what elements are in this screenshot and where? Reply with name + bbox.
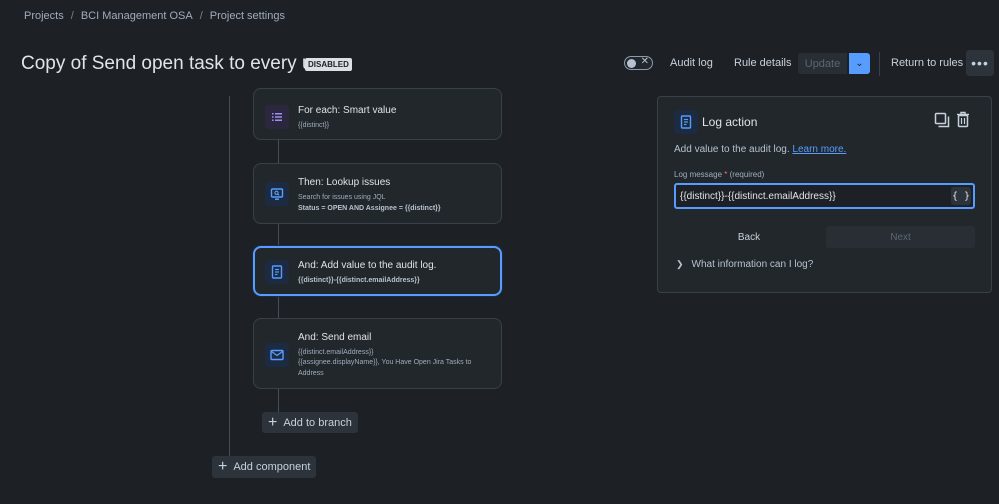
add-to-branch-button[interactable]: + Add to branch (262, 412, 358, 433)
document-icon (265, 260, 289, 284)
plus-icon: + (218, 458, 228, 475)
mail-icon (265, 343, 289, 367)
rule-details-button[interactable]: Rule details (734, 57, 791, 69)
back-button[interactable]: Back (674, 226, 824, 248)
card-title: And: Send email (298, 332, 372, 343)
card-title: Then: Lookup issues (298, 177, 391, 188)
card-title: For each: Smart value (298, 105, 397, 116)
list-icon (265, 105, 289, 129)
send-email-card[interactable]: And: Send email {{distinct.emailAddress}… (253, 318, 502, 389)
required-text: (required) (729, 170, 765, 179)
description-text: Add value to the audit log. (674, 144, 790, 155)
update-button[interactable]: Update (798, 53, 847, 74)
add-component-button[interactable]: + Add component (212, 456, 316, 478)
audit-log-card[interactable]: And: Add value to the audit log. {{disti… (253, 246, 502, 296)
log-action-panel: Log action Add value to the audit log. L… (657, 96, 992, 293)
status-badge: DISABLED (305, 58, 352, 71)
flow-line-main (229, 96, 230, 458)
plus-icon: + (268, 413, 278, 431)
smart-value-button[interactable]: { } (951, 187, 971, 205)
panel-description: Add value to the audit log. Learn more. (674, 144, 846, 155)
flow-connector (278, 295, 279, 318)
card-subtitle: {{distinct}}-{{distinct.emailAddress}} (298, 277, 420, 284)
chevron-down-icon[interactable]: ⌄ (849, 53, 870, 74)
log-info-expander[interactable]: ❯ What information can I log? (676, 259, 813, 270)
required-star: * (724, 170, 728, 179)
monitor-search-icon (265, 182, 289, 206)
field-label-text: Log message (674, 170, 723, 179)
return-to-rules-button[interactable]: Return to rules (891, 57, 963, 69)
page-title: Copy of Send open task to every user (21, 53, 339, 74)
card-subtitle: {{distinct}} (298, 122, 330, 129)
breadcrumb: Projects / BCI Management OSA / Project … (24, 10, 285, 22)
divider (879, 52, 880, 76)
next-button[interactable]: Next (826, 226, 975, 248)
panel-title: Log action (702, 115, 758, 129)
copy-icon[interactable] (934, 112, 950, 133)
chevron-right-icon: ❯ (676, 259, 684, 269)
card-jql: Status = OPEN AND Assignee = {{distinct}… (298, 205, 441, 212)
breadcrumb-separator: / (70, 10, 74, 22)
flow-connector (278, 389, 279, 413)
faq-label: What information can I log? (691, 259, 814, 270)
log-message-label: Log message * (required) (674, 170, 764, 179)
card-subtitle: {{assignee.displayName}}, You Have Open … (298, 359, 472, 377)
log-message-input[interactable]: {{distinct}}-{{distinct.emailAddress}} (674, 183, 975, 209)
card-title: And: Add value to the audit log. (298, 260, 437, 271)
document-icon (674, 110, 698, 134)
learn-more-link[interactable]: Learn more. (792, 144, 846, 155)
rule-enable-toggle[interactable]: ✕ (624, 56, 653, 70)
breadcrumb-separator: / (199, 10, 203, 22)
lookup-issues-card[interactable]: Then: Lookup issues Search for issues us… (253, 163, 502, 224)
trash-icon[interactable] (956, 111, 970, 133)
add-component-label: Add component (233, 461, 311, 473)
for-each-card[interactable]: For each: Smart value {{distinct}} (253, 88, 502, 140)
breadcrumb-settings[interactable]: Project settings (210, 10, 285, 22)
card-subtitle: Search for issues using JQL (298, 194, 386, 201)
more-options-button[interactable]: ••• (966, 50, 994, 76)
flow-connector (278, 140, 279, 164)
close-icon: ✕ (640, 56, 649, 67)
add-to-branch-label: Add to branch (283, 416, 352, 429)
audit-log-button[interactable]: Audit log (670, 57, 713, 69)
flow-connector (278, 223, 279, 247)
toggle-knob (627, 59, 636, 68)
breadcrumb-project[interactable]: BCI Management OSA (81, 10, 193, 22)
breadcrumb-projects[interactable]: Projects (24, 10, 64, 22)
